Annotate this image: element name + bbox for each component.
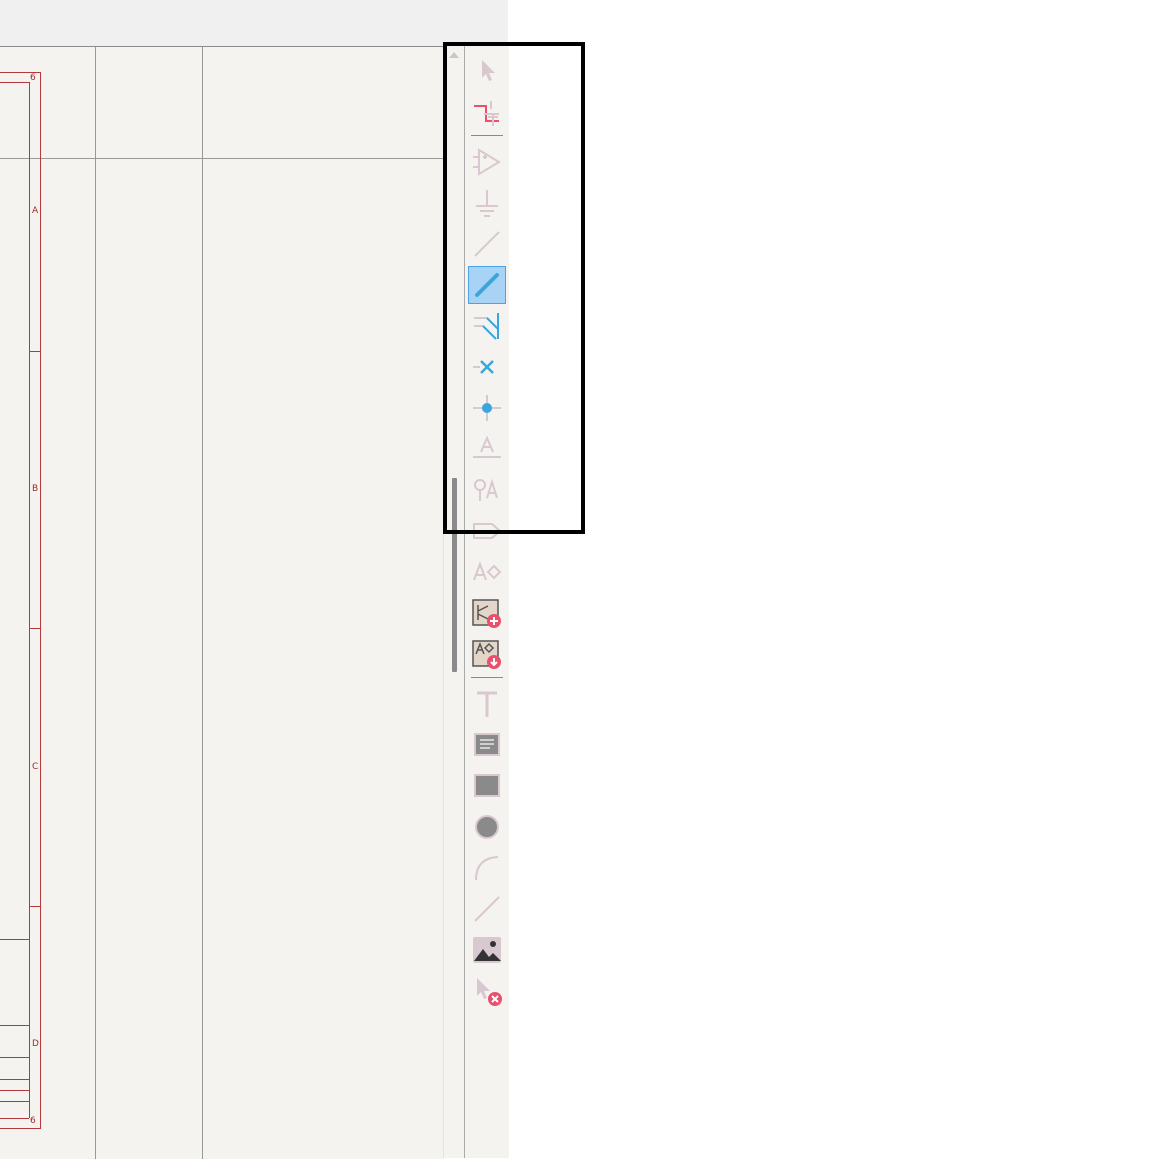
title-block-line bbox=[0, 1079, 29, 1080]
title-block-line bbox=[0, 1101, 29, 1102]
add-line-icon bbox=[474, 896, 500, 922]
zone-divider bbox=[29, 628, 40, 629]
add-circle-icon bbox=[475, 815, 499, 839]
toolbar-separator bbox=[471, 677, 503, 678]
zone-divider bbox=[29, 906, 40, 907]
add-rectangle-button[interactable] bbox=[468, 767, 506, 805]
annotation-highlight-box bbox=[443, 42, 585, 534]
add-textbox-button[interactable] bbox=[468, 726, 506, 764]
add-sheet-icon bbox=[472, 599, 501, 628]
add-text-button[interactable] bbox=[468, 685, 506, 723]
zone-label-b: B bbox=[32, 484, 39, 494]
add-arc-icon bbox=[475, 856, 499, 881]
frame-inner-top bbox=[0, 82, 29, 83]
window-top-bar bbox=[0, 0, 508, 46]
title-block-line bbox=[0, 1090, 29, 1091]
sheet-column-line bbox=[202, 47, 203, 1159]
add-text-icon bbox=[477, 691, 497, 717]
zone-label-c: C bbox=[32, 762, 39, 772]
add-line-button[interactable] bbox=[468, 890, 506, 928]
directive-label-icon bbox=[473, 561, 502, 581]
title-block-line bbox=[0, 1025, 29, 1026]
add-rectangle-icon bbox=[474, 774, 500, 797]
zone-label-top: 6 bbox=[30, 73, 36, 83]
delete-tool-button[interactable] bbox=[468, 972, 506, 1010]
directive-label-button[interactable] bbox=[468, 553, 506, 591]
zone-label-d: D bbox=[32, 1039, 39, 1049]
add-sheet-button[interactable] bbox=[468, 594, 506, 632]
sheet-column-line bbox=[95, 47, 96, 1159]
frame-border-bottom bbox=[0, 1128, 41, 1129]
schematic-canvas[interactable]: 6 A B C D 6 bbox=[0, 46, 443, 1159]
delete-tool-icon bbox=[477, 978, 502, 1006]
title-block-line bbox=[0, 939, 29, 940]
frame-inner-bottom bbox=[0, 1118, 29, 1119]
zone-label-bottom: 6 bbox=[30, 1116, 36, 1126]
title-block-line bbox=[0, 1057, 29, 1058]
zone-label-a: A bbox=[32, 206, 39, 216]
add-circle-button[interactable] bbox=[468, 808, 506, 846]
add-image-icon bbox=[473, 937, 501, 963]
add-textbox-icon bbox=[474, 733, 500, 756]
import-sheet-pin-button[interactable] bbox=[468, 635, 506, 673]
import-sheet-pin-icon bbox=[472, 640, 501, 669]
sheet-row-line bbox=[0, 158, 443, 159]
add-image-button[interactable] bbox=[468, 931, 506, 969]
add-arc-button[interactable] bbox=[468, 849, 506, 887]
frame-border-right bbox=[40, 72, 41, 1128]
frame-inner-right bbox=[29, 82, 30, 1118]
zone-divider bbox=[29, 351, 40, 352]
